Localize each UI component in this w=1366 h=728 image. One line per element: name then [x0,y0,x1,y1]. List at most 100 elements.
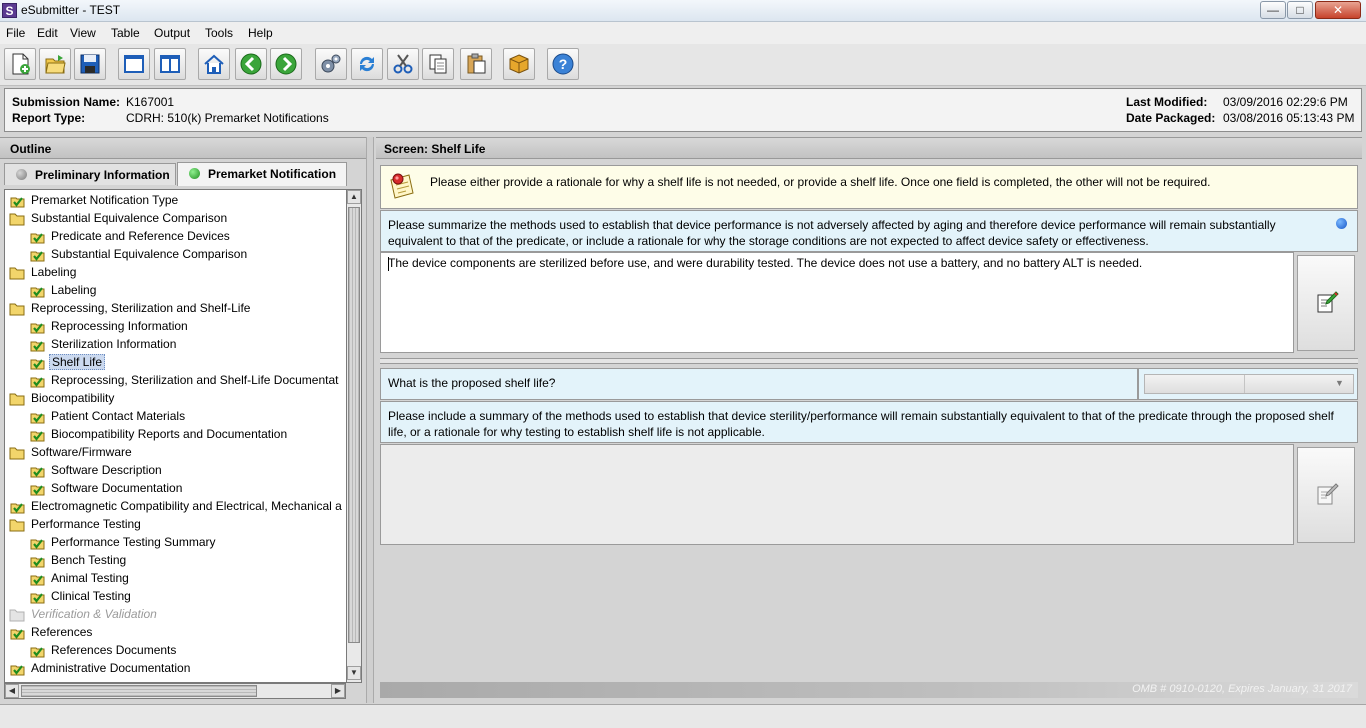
outline-tree: Premarket Notification Type Substantial E… [4,189,346,683]
scroll-up-icon[interactable]: ▲ [347,190,361,204]
checked-folder-icon [29,572,45,586]
tree-item-label: Clinical Testing [51,589,131,603]
home-button[interactable] [198,48,230,80]
tree-horizontal-scrollbar[interactable]: ◀ ▶ [4,683,346,699]
open-folder-icon [45,55,66,74]
menu-edit[interactable]: Edit [37,26,58,40]
answer-aging-methods-field[interactable]: The device components are sterilized bef… [380,252,1294,353]
minimize-button[interactable]: — [1260,1,1286,19]
answer-sterility-summary-field[interactable] [380,444,1294,545]
split-pane-icon [160,55,180,73]
tree-item-label: Shelf Life [49,354,106,370]
outline-header: Outline [0,137,370,159]
copy-icon [429,54,447,74]
last-modified-value: 03/09/2016 02:29:6 PM [1223,95,1348,109]
report-type-label: Report Type: [12,111,86,125]
checked-folder-icon [29,590,45,604]
help-icon: ? [552,53,574,75]
settings-button[interactable] [315,48,347,80]
folder-icon [9,446,25,460]
window-title: eSubmitter - TEST [21,3,121,17]
shelf-life-input-group: ▼ [1138,368,1358,400]
date-packaged-value: 03/08/2016 05:13:43 PM [1223,111,1355,125]
settings-gears-icon [321,54,341,73]
scroll-down-icon[interactable]: ▼ [347,666,361,680]
tab-preliminary-information[interactable]: Preliminary Information [4,163,176,185]
status-bar [0,704,1366,728]
menu-bar: File Edit View Table Output Tools Help [0,22,1366,44]
screen-header: Screen: Shelf Life [376,137,1362,159]
back-button[interactable] [235,48,267,80]
maximize-button[interactable]: □ [1287,1,1313,19]
question-aging-methods: Please summarize the methods used to est… [380,210,1358,252]
copy-button[interactable] [422,48,454,80]
checked-folder-icon [29,482,45,496]
menu-view[interactable]: View [70,26,96,40]
tree-item-label: Biocompatibility [31,391,115,405]
back-arrow-icon [240,53,262,75]
scroll-left-icon[interactable]: ◀ [5,684,19,698]
help-button[interactable]: ? [547,48,579,80]
paste-icon [467,53,486,74]
tree-item-label: Substantial Equivalence Comparison [51,247,248,261]
tree-item-label: Labeling [31,265,77,279]
split-pane-button[interactable] [154,48,186,80]
checked-folder-icon [29,248,45,262]
checked-folder-icon [9,626,25,640]
report-type-value: CDRH: 510(k) Premarket Notifications [126,111,329,125]
refresh-icon [359,56,375,72]
save-button[interactable] [74,48,106,80]
scroll-thumb[interactable] [348,207,360,643]
close-button[interactable]: ✕ [1315,1,1361,19]
refresh-button[interactable] [351,48,383,80]
toolbar: ? [0,44,1366,86]
tree-item-label: References [31,625,93,639]
folder-icon [9,392,25,406]
tree-item-label: Premarket Notification Type [31,193,179,207]
checked-folder-icon [29,338,45,352]
tree-item-label: Performance Testing Summary [51,535,216,549]
checked-folder-icon [9,500,25,514]
tree-vertical-scrollbar[interactable]: ▲ ▼ [346,189,362,683]
pane-splitter[interactable] [366,137,374,703]
required-indicator-icon [1336,218,1347,229]
new-button[interactable] [4,48,36,80]
edit-answer-button[interactable] [1297,447,1355,543]
checked-folder-icon [29,320,45,334]
checked-folder-icon [9,662,25,676]
scroll-right-icon[interactable]: ▶ [331,684,345,698]
save-icon [80,54,100,74]
folder-disabled-icon [9,608,25,622]
checked-folder-icon [29,644,45,658]
tree-item-label: Patient Contact Materials [51,409,186,423]
cut-button[interactable] [387,48,419,80]
single-pane-button[interactable] [118,48,150,80]
scroll-thumb[interactable] [21,685,257,697]
tree-item-label: Biocompatibility Reports and Documentati… [51,427,288,441]
package-button[interactable] [503,48,535,80]
omb-text: OMB # 0910-0120, Expires January, 31 201… [1132,683,1352,695]
submission-info-panel: Submission Name: K167001 Report Type: CD… [4,88,1362,132]
tab-premarket-notification[interactable]: Premarket Notification [177,162,347,186]
shelf-life-dropdown[interactable]: ▼ [1144,374,1354,394]
edit-answer-button[interactable] [1297,255,1355,351]
checked-folder-icon [29,428,45,442]
chevron-down-icon[interactable]: ▼ [1335,378,1344,388]
menu-tools[interactable]: Tools [205,26,233,40]
question-shelf-life: What is the proposed shelf life? [380,368,1138,400]
folder-icon [9,302,25,316]
status-dot-icon [16,169,27,180]
last-modified-label: Last Modified: [1126,95,1208,109]
checked-folder-icon [29,230,45,244]
menu-file[interactable]: File [6,26,25,40]
menu-help[interactable]: Help [248,26,273,40]
title-bar: S eSubmitter - TEST — □ ✕ [0,0,1366,22]
folder-icon [9,266,25,280]
menu-table[interactable]: Table [111,26,140,40]
paste-button[interactable] [460,48,492,80]
edit-note-icon [1317,291,1339,313]
checked-folder-icon [29,284,45,298]
open-button[interactable] [39,48,71,80]
forward-button[interactable] [270,48,302,80]
menu-output[interactable]: Output [154,26,190,40]
